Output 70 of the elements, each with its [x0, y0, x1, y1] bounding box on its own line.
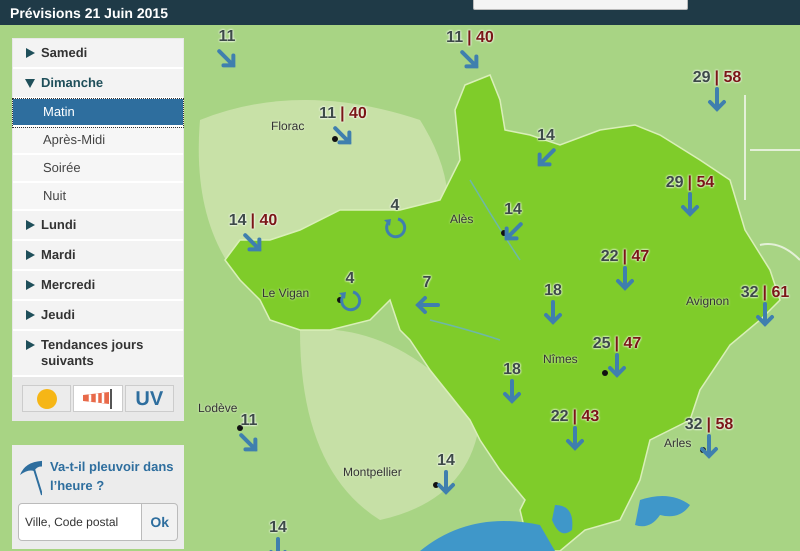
gust-speed-label: | 58: [706, 416, 734, 433]
time-slot-item[interactable]: Nuit: [13, 183, 183, 211]
triangle-right-icon: [25, 48, 35, 58]
wind-speed-label: 7: [422, 274, 432, 291]
wind-speed-label: 4: [390, 197, 400, 214]
wind-speed-label: 29: [666, 174, 684, 191]
time-slot-item[interactable]: Après-Midi: [13, 127, 183, 155]
triangle-right-icon: [25, 280, 35, 290]
uv-button[interactable]: UV: [124, 385, 174, 412]
city-input-field[interactable]: Ville, Code postal: [18, 503, 142, 541]
triangle-right-icon: [25, 220, 35, 230]
gust-speed-label: | 58: [714, 69, 742, 86]
circular-arrow-icon: [382, 215, 408, 241]
lagoon: [635, 496, 690, 526]
city-label: Le Vigan: [262, 285, 310, 302]
time-slot-item[interactable]: Soirée: [13, 155, 183, 183]
wind-speed-label: 11: [446, 29, 464, 46]
wind-speed-label: 11: [240, 412, 258, 429]
gust-speed-label: | 40: [467, 29, 494, 46]
wind-speed-label: 4: [346, 270, 354, 287]
time-slot-item[interactable]: Matin: [13, 99, 183, 127]
wind-speed-label: 32: [740, 284, 759, 301]
day-item[interactable]: Tendances jours suivants: [13, 331, 183, 377]
wind-speed-label: 18: [503, 361, 521, 378]
lagoon: [552, 505, 572, 534]
gust-speed-label: | 43: [572, 408, 600, 425]
city-select[interactable]: [473, 0, 688, 10]
page-title: Prévisions 21 Juin 2015: [9, 4, 169, 23]
wind-speed-label: 14: [269, 519, 287, 536]
gust-speed-label: | 40: [250, 212, 278, 229]
wind-speed-label: 11: [319, 105, 336, 122]
triangle-down-icon: [25, 78, 35, 88]
gust-speed-label: | 47: [614, 335, 642, 352]
wind-map-button[interactable]: [73, 385, 123, 412]
city-label: Nîmes: [543, 351, 578, 368]
rain-question: Va-t-il pleuvoir dans l’heure ?: [50, 458, 175, 495]
day-item[interactable]: Jeudi: [13, 301, 183, 331]
sun-icon: [36, 388, 58, 410]
gust-speed-label: | 61: [762, 284, 790, 301]
windsock-icon: [80, 388, 115, 408]
wind-speed-label: 14: [504, 201, 522, 218]
ok-button[interactable]: Ok: [142, 503, 178, 541]
city-label: Montpellier: [343, 464, 402, 481]
day-item[interactable]: Dimanche: [13, 69, 183, 99]
day-item[interactable]: Mercredi: [13, 271, 183, 301]
wind-speed-label: 14: [537, 127, 555, 144]
wind-speed-label: 32: [684, 416, 703, 433]
gust-speed-label: | 47: [622, 248, 650, 265]
triangle-right-icon: [25, 310, 35, 320]
wind-speed-label: 11: [218, 28, 236, 45]
city-label: Alès: [450, 211, 474, 228]
triangle-right-icon: [25, 340, 35, 350]
wind-speed-label: 29: [692, 69, 711, 86]
day-item[interactable]: Samedi: [13, 39, 183, 69]
day-item[interactable]: Mardi: [13, 241, 183, 271]
city-label: Avignon: [686, 293, 730, 310]
wind-speed-label: 22: [550, 408, 569, 425]
wind-speed-label: 25: [592, 335, 611, 352]
wind-speed-label: 22: [600, 248, 619, 265]
city-label: Arles: [664, 435, 692, 452]
wind-speed-label: 14: [437, 452, 455, 469]
city-label: Lodève: [198, 400, 238, 417]
day-item[interactable]: Lundi: [13, 211, 183, 241]
wind-speed-label: 14: [228, 212, 247, 229]
gust-speed-label: | 40: [340, 105, 367, 122]
circular-arrow-icon: [337, 288, 363, 314]
gust-speed-label: | 54: [688, 174, 714, 191]
city-label: Florac: [271, 118, 304, 135]
triangle-right-icon: [25, 250, 35, 260]
wind-speed-label: 18: [544, 282, 562, 299]
